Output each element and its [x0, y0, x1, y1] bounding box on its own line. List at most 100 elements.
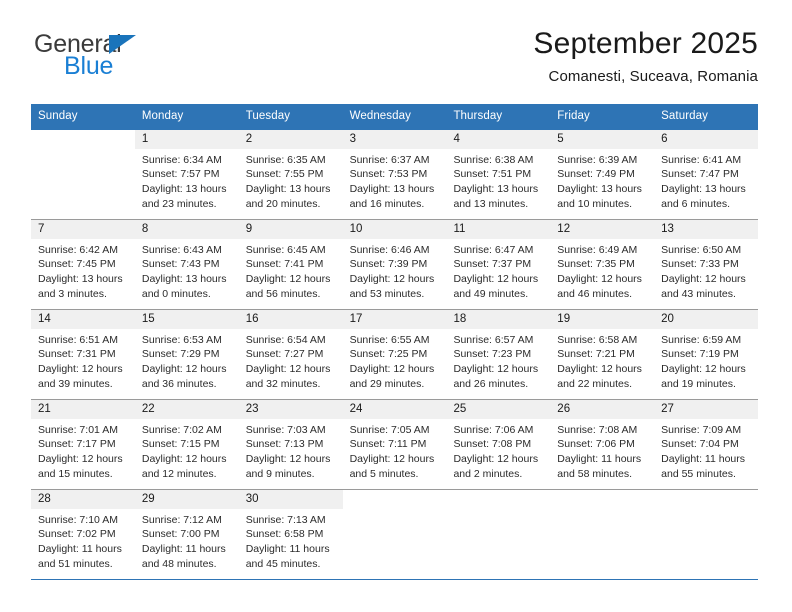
- day-cell[interactable]: 3 Sunrise: 6:37 AM Sunset: 7:53 PM Dayli…: [342, 129, 447, 219]
- sunset-text: Sunset: 7:55 PM: [245, 168, 324, 181]
- daylight-text-line1: Daylight: 13 hours: [453, 183, 539, 196]
- sunset-text: Sunset: 7:45 PM: [38, 258, 116, 271]
- day-cell[interactable]: [446, 490, 550, 579]
- day-cell[interactable]: 22 Sunrise: 7:02 AM Sunset: 7:15 PM Dayl…: [134, 399, 239, 489]
- generalblue-logo[interactable]: General Blue: [34, 32, 164, 90]
- sunrise-text: Sunrise: 6:50 AM: [661, 243, 742, 256]
- daylight-text-line1: Daylight: 12 hours: [349, 273, 435, 286]
- sunset-text: Sunset: 7:25 PM: [349, 348, 428, 361]
- day-number: [31, 130, 135, 149]
- sunrise-text: Sunrise: 6:43 AM: [141, 243, 222, 256]
- day-cell[interactable]: 6 Sunrise: 6:41 AM Sunset: 7:47 PM Dayli…: [654, 129, 759, 219]
- daylight-text-line1: Daylight: 13 hours: [557, 183, 642, 196]
- day-cell[interactable]: 28 Sunrise: 7:10 AM Sunset: 7:02 PM Dayl…: [31, 489, 135, 579]
- daylight-text-line2: and 53 minutes.: [349, 288, 425, 301]
- day-number: [654, 490, 758, 509]
- daylight-text-line2: and 13 minutes.: [453, 198, 529, 211]
- day-cell[interactable]: [654, 490, 758, 579]
- day-cell[interactable]: 14 Sunrise: 6:51 AM Sunset: 7:31 PM Dayl…: [31, 309, 135, 399]
- day-cell[interactable]: 25 Sunrise: 7:06 AM Sunset: 7:08 PM Dayl…: [446, 399, 551, 489]
- sunrise-text: Sunrise: 7:05 AM: [349, 423, 430, 436]
- weekday-header-friday: Friday: [557, 110, 590, 122]
- sunset-text: Sunset: 7:35 PM: [557, 258, 635, 271]
- weekday-header-wednesday: Wednesday: [349, 110, 411, 122]
- day-cell[interactable]: [343, 490, 447, 579]
- day-number: 25: [446, 399, 551, 419]
- day-cell[interactable]: 9 Sunrise: 6:45 AM Sunset: 7:41 PM Dayli…: [238, 219, 343, 309]
- daylight-text-line2: and 26 minutes.: [453, 378, 529, 391]
- day-number: 29: [134, 489, 239, 509]
- day-cell[interactable]: 2 Sunrise: 6:35 AM Sunset: 7:55 PM Dayli…: [238, 129, 343, 219]
- day-cell[interactable]: 8 Sunrise: 6:43 AM Sunset: 7:43 PM Dayli…: [134, 219, 239, 309]
- day-cell[interactable]: 18 Sunrise: 6:57 AM Sunset: 7:23 PM Dayl…: [446, 309, 551, 399]
- day-number: 22: [134, 399, 239, 419]
- daylight-text-line2: and 3 minutes.: [38, 288, 107, 301]
- week-row: 14 Sunrise: 6:51 AM Sunset: 7:31 PM Dayl…: [31, 309, 759, 400]
- day-cell[interactable]: 17 Sunrise: 6:55 AM Sunset: 7:25 PM Dayl…: [342, 309, 447, 399]
- day-cell[interactable]: 12 Sunrise: 6:49 AM Sunset: 7:35 PM Dayl…: [550, 219, 655, 309]
- day-cell[interactable]: 10 Sunrise: 6:46 AM Sunset: 7:39 PM Dayl…: [342, 219, 447, 309]
- day-cell[interactable]: 13 Sunrise: 6:50 AM Sunset: 7:33 PM Dayl…: [654, 219, 759, 309]
- day-cell[interactable]: [31, 130, 135, 219]
- day-cell[interactable]: 29 Sunrise: 7:12 AM Sunset: 7:00 PM Dayl…: [134, 489, 239, 579]
- day-number: 15: [134, 309, 239, 329]
- day-number: 20: [654, 309, 759, 329]
- day-cell[interactable]: [550, 490, 654, 579]
- day-details: Sunrise: 7:08 AM Sunset: 7:06 PM Dayligh…: [550, 419, 654, 483]
- day-details: Sunrise: 6:38 AM Sunset: 7:51 PM Dayligh…: [446, 149, 550, 213]
- day-number: 28: [31, 489, 135, 509]
- daylight-text-line2: and 48 minutes.: [141, 558, 217, 571]
- day-cell[interactable]: 4 Sunrise: 6:38 AM Sunset: 7:51 PM Dayli…: [446, 129, 551, 219]
- daylight-text-line1: Daylight: 11 hours: [661, 453, 746, 466]
- day-cell[interactable]: 1 Sunrise: 6:34 AM Sunset: 7:57 PM Dayli…: [134, 129, 239, 219]
- sunset-text: Sunset: 7:21 PM: [557, 348, 635, 361]
- calendar-grid: Sunday Monday Tuesday Wednesday Thursday…: [31, 104, 759, 580]
- day-cell[interactable]: 23 Sunrise: 7:03 AM Sunset: 7:13 PM Dayl…: [238, 399, 343, 489]
- sunrise-text: Sunrise: 7:02 AM: [141, 423, 222, 436]
- daylight-text-line2: and 5 minutes.: [349, 468, 419, 481]
- day-cell[interactable]: 19 Sunrise: 6:58 AM Sunset: 7:21 PM Dayl…: [550, 309, 655, 399]
- daylight-text-line1: Daylight: 12 hours: [245, 273, 331, 286]
- weekday-header-sunday: Sunday: [38, 110, 78, 122]
- week-row: 28 Sunrise: 7:10 AM Sunset: 7:02 PM Dayl…: [31, 489, 758, 580]
- daylight-text-line1: Daylight: 12 hours: [38, 363, 123, 376]
- sunrise-text: Sunrise: 6:57 AM: [453, 333, 534, 346]
- sunrise-text: Sunrise: 6:35 AM: [245, 153, 326, 166]
- daylight-text-line1: Daylight: 11 hours: [245, 543, 330, 556]
- day-cell[interactable]: 15 Sunrise: 6:53 AM Sunset: 7:29 PM Dayl…: [134, 309, 239, 399]
- daylight-text-line2: and 46 minutes.: [557, 288, 633, 301]
- day-details: Sunrise: 6:34 AM Sunset: 7:57 PM Dayligh…: [135, 149, 239, 213]
- day-cell[interactable]: 11 Sunrise: 6:47 AM Sunset: 7:37 PM Dayl…: [446, 219, 551, 309]
- day-details: Sunrise: 7:03 AM Sunset: 7:13 PM Dayligh…: [239, 419, 343, 483]
- day-details: Sunrise: 6:54 AM Sunset: 7:27 PM Dayligh…: [239, 329, 343, 393]
- daylight-text-line1: Daylight: 12 hours: [38, 453, 123, 466]
- daylight-text-line2: and 15 minutes.: [38, 468, 113, 481]
- daylight-text-line2: and 19 minutes.: [661, 378, 736, 391]
- day-cell[interactable]: 16 Sunrise: 6:54 AM Sunset: 7:27 PM Dayl…: [238, 309, 343, 399]
- sunset-text: Sunset: 7:39 PM: [349, 258, 428, 271]
- day-cell[interactable]: 24 Sunrise: 7:05 AM Sunset: 7:11 PM Dayl…: [342, 399, 447, 489]
- sunrise-text: Sunrise: 6:34 AM: [141, 153, 222, 166]
- day-cell[interactable]: 26 Sunrise: 7:08 AM Sunset: 7:06 PM Dayl…: [550, 399, 655, 489]
- day-details: Sunrise: 7:13 AM Sunset: 6:58 PM Dayligh…: [239, 509, 343, 573]
- sunset-text: Sunset: 7:31 PM: [38, 348, 116, 361]
- day-cell[interactable]: 7 Sunrise: 6:42 AM Sunset: 7:45 PM Dayli…: [31, 219, 135, 309]
- weekday-header-saturday: Saturday: [661, 110, 708, 122]
- day-cell[interactable]: 5 Sunrise: 6:39 AM Sunset: 7:49 PM Dayli…: [550, 129, 655, 219]
- day-details: Sunrise: 6:41 AM Sunset: 7:47 PM Dayligh…: [654, 149, 758, 213]
- daylight-text-line1: Daylight: 13 hours: [38, 273, 123, 286]
- day-cell[interactable]: 27 Sunrise: 7:09 AM Sunset: 7:04 PM Dayl…: [654, 399, 759, 489]
- sunset-text: Sunset: 7:49 PM: [557, 168, 635, 181]
- daylight-text-line1: Daylight: 12 hours: [349, 363, 435, 376]
- day-cell[interactable]: 20 Sunrise: 6:59 AM Sunset: 7:19 PM Dayl…: [654, 309, 759, 399]
- daylight-text-line1: Daylight: 12 hours: [661, 363, 746, 376]
- day-details: Sunrise: 6:45 AM Sunset: 7:41 PM Dayligh…: [239, 239, 343, 303]
- day-cell[interactable]: 30 Sunrise: 7:13 AM Sunset: 6:58 PM Dayl…: [238, 489, 343, 579]
- sunrise-text: Sunrise: 6:51 AM: [38, 333, 118, 346]
- day-cell[interactable]: 21 Sunrise: 7:01 AM Sunset: 7:17 PM Dayl…: [31, 399, 135, 489]
- sunset-text: Sunset: 7:11 PM: [349, 438, 427, 451]
- weekday-header-tuesday: Tuesday: [245, 110, 291, 122]
- daylight-text-line1: Daylight: 13 hours: [661, 183, 746, 196]
- day-details: Sunrise: 7:05 AM Sunset: 7:11 PM Dayligh…: [343, 419, 447, 483]
- logo-text-blue: Blue: [64, 52, 114, 80]
